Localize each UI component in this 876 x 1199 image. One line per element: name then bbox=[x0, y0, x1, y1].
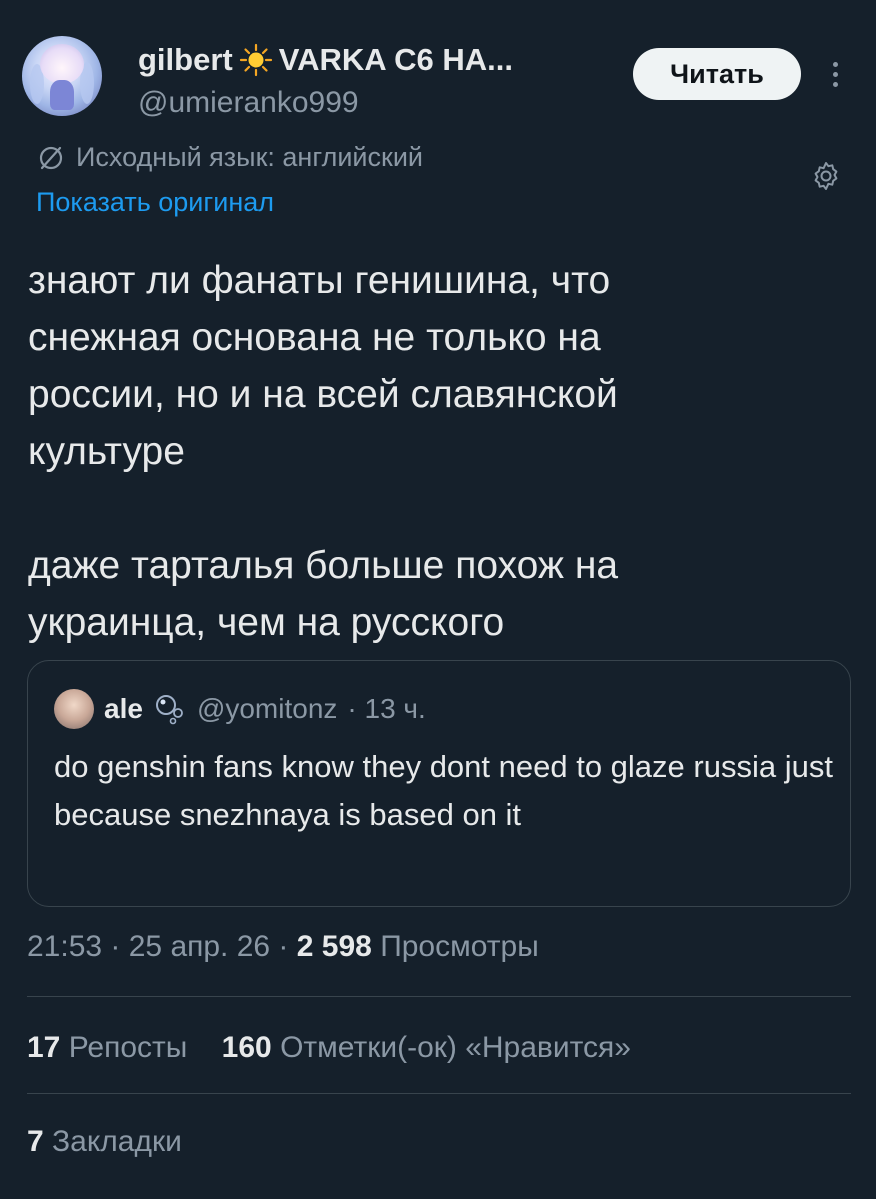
engagement-stats: 17 Репосты 160 Отметки(-ок) «Нравится» bbox=[27, 1031, 657, 1065]
translate-icon bbox=[39, 146, 63, 169]
bookmarks-stat[interactable]: 7 Закладки bbox=[27, 1125, 182, 1159]
divider bbox=[27, 996, 851, 997]
more-options-icon[interactable] bbox=[824, 58, 846, 92]
reposts-count: 17 bbox=[27, 1031, 61, 1064]
quoted-post[interactable]: ale @yomitonz · 13 ч. do genshin fans kn… bbox=[27, 660, 851, 907]
views-count: 2 598 bbox=[296, 930, 372, 963]
quoted-post-header: ale @yomitonz · 13 ч. bbox=[54, 689, 426, 729]
post-text: знают ли фанаты генишина, что снежная ос… bbox=[28, 259, 619, 644]
post-meta: 21:53 · 25 апр. 26 · 2 598 Просмотры bbox=[27, 930, 539, 964]
quoted-author-name[interactable]: ale bbox=[104, 693, 143, 725]
gear-icon[interactable] bbox=[810, 160, 842, 192]
likes-label: Отметки(-ок) «Нравится» bbox=[280, 1031, 631, 1064]
likes-count: 160 bbox=[221, 1031, 272, 1064]
source-language-text: Исходный язык: английский bbox=[76, 142, 423, 172]
views-label: Просмотры bbox=[380, 930, 539, 963]
bookmarks-label: Закладки bbox=[52, 1125, 182, 1158]
author-display-name[interactable]: gilbert VARKA C6 HA... bbox=[138, 42, 513, 78]
divider bbox=[27, 1093, 851, 1094]
translation-info: Исходный язык: английский bbox=[36, 142, 423, 173]
post-timestamp[interactable]: 21:53 · 25 апр. 26 · bbox=[27, 930, 288, 963]
reposts-stat[interactable]: 17 Репосты bbox=[27, 1031, 187, 1064]
author-handle[interactable]: @umieranko999 bbox=[138, 86, 359, 120]
bubbles-icon bbox=[155, 695, 183, 725]
sun-icon bbox=[239, 43, 272, 77]
author-avatar[interactable] bbox=[22, 36, 102, 116]
reposts-label: Репосты bbox=[68, 1031, 188, 1064]
quoted-post-time: · 13 ч. bbox=[347, 693, 426, 724]
quoted-post-text: do genshin fans know they dont need to g… bbox=[54, 749, 833, 832]
quoted-author-avatar[interactable] bbox=[54, 689, 94, 729]
quoted-author-handle[interactable]: @yomitonz bbox=[197, 693, 337, 725]
likes-stat[interactable]: 160 Отметки(-ок) «Нравится» bbox=[222, 1031, 631, 1064]
follow-button[interactable]: Читать bbox=[633, 48, 801, 100]
show-original-link[interactable]: Показать оригинал bbox=[36, 187, 274, 218]
author-name-suffix: VARKA C6 HA... bbox=[278, 42, 513, 77]
author-name-text: gilbert bbox=[138, 42, 233, 77]
bookmarks-count: 7 bbox=[27, 1125, 44, 1158]
